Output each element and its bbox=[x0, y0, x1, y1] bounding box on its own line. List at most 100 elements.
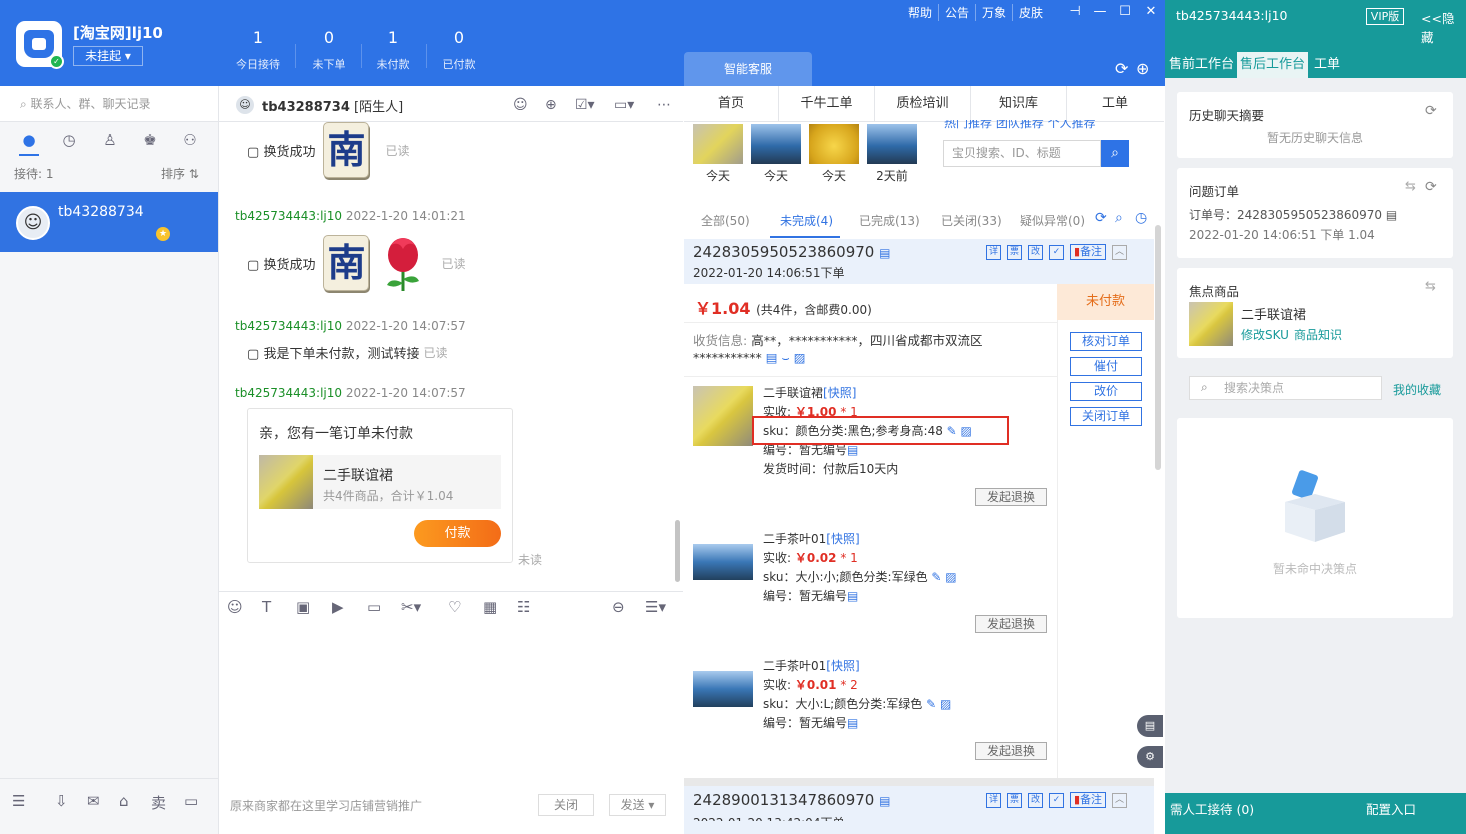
status-dropdown[interactable]: 未挂起 ▾ bbox=[73, 46, 143, 66]
invoice-icon[interactable]: 票 bbox=[1007, 792, 1022, 808]
stat-paid[interactable]: 0 已付款 bbox=[424, 28, 494, 72]
product-image[interactable] bbox=[693, 671, 753, 707]
refund-exchange-button[interactable]: 发起退换 bbox=[975, 488, 1047, 506]
product-knowledge-link[interactable]: 商品知识 bbox=[1294, 326, 1342, 343]
order-tab-incomplete[interactable]: 未完成(4) bbox=[780, 212, 833, 229]
swap-icon[interactable]: ⇆ bbox=[1405, 179, 1416, 194]
order-number[interactable]: 2428900131347860970 ▤ bbox=[693, 791, 890, 809]
edit-sku-icon[interactable]: ✎ ▨ bbox=[926, 697, 951, 711]
video-play-icon[interactable]: ▶ bbox=[332, 598, 344, 616]
sort-button[interactable]: 排序 ⇅ bbox=[161, 165, 199, 182]
refresh-icon[interactable]: ⟳ bbox=[1095, 210, 1107, 226]
refresh-icon[interactable]: ⟳ bbox=[1425, 103, 1437, 119]
product-thumb[interactable] bbox=[751, 124, 801, 164]
product-thumb[interactable] bbox=[809, 124, 859, 164]
refresh-icon[interactable]: ⟳ bbox=[1425, 179, 1437, 195]
clock-icon[interactable]: ◷ bbox=[59, 131, 79, 149]
config-entry-link[interactable]: 配置入口 bbox=[1366, 799, 1416, 818]
menu-icon[interactable]: ☰ bbox=[12, 792, 25, 810]
org-chart-icon[interactable]: ⚇ bbox=[180, 131, 200, 149]
skin-link[interactable]: 皮肤 bbox=[1013, 4, 1049, 21]
tab-qianniu-ticket[interactable]: 千牛工单 bbox=[779, 86, 875, 122]
change-price-button[interactable]: 改价 bbox=[1070, 382, 1142, 401]
send-button[interactable]: 发送 ▾ bbox=[609, 794, 666, 816]
recommend-links[interactable]: 热门推荐 团队推荐 个人推荐 bbox=[944, 120, 1096, 130]
product-thumb[interactable] bbox=[867, 124, 917, 164]
invoice-icon[interactable]: 票 bbox=[1007, 244, 1022, 260]
chat-user-name[interactable]: tb43288734 [陌生人] bbox=[262, 96, 403, 115]
product-image[interactable] bbox=[693, 386, 753, 446]
mail-icon[interactable]: ✉ bbox=[87, 792, 100, 810]
font-icon[interactable]: T bbox=[262, 598, 271, 616]
order-tab-complete[interactable]: 已完成(13) bbox=[859, 212, 920, 229]
tab-knowledge[interactable]: 知识库 bbox=[971, 86, 1067, 122]
order-scrollbar[interactable] bbox=[1155, 225, 1161, 470]
order-number[interactable]: 2428305950523860970 ▤ bbox=[693, 243, 890, 261]
window-icon[interactable]: ▭ bbox=[184, 792, 198, 810]
chat-scrollbar[interactable] bbox=[675, 520, 680, 582]
image-icon[interactable]: ▣ bbox=[296, 598, 310, 616]
copy-icon[interactable]: ▤ bbox=[879, 246, 890, 260]
close-button[interactable]: 关闭 bbox=[538, 794, 594, 816]
product-search-input[interactable]: 宝贝搜索、ID、标题 bbox=[943, 140, 1101, 167]
history-icon[interactable]: ◷ bbox=[1135, 210, 1147, 226]
settings-icon[interactable]: ⚙ bbox=[1137, 746, 1163, 768]
folder-icon[interactable]: ▭ bbox=[367, 598, 381, 616]
add-circle-icon[interactable]: ⊕ bbox=[1136, 59, 1149, 78]
swap-icon[interactable]: ⇆ bbox=[1425, 279, 1436, 294]
verify-order-button[interactable]: 核对订单 bbox=[1070, 332, 1142, 351]
feedback-icon[interactable]: ▤ bbox=[1137, 715, 1163, 737]
order-tab-all[interactable]: 全部(50) bbox=[701, 212, 750, 229]
copy-icon[interactable]: ▤ bbox=[847, 443, 858, 457]
strategy-search-input[interactable]: 搜索决策点 bbox=[1189, 376, 1382, 400]
order-tab-abnormal[interactable]: 疑似异常(0) bbox=[1020, 212, 1085, 229]
urge-pay-button[interactable]: 催付 bbox=[1070, 357, 1142, 376]
emoji-chat-icon[interactable]: ☺ bbox=[513, 97, 528, 113]
my-favorites-link[interactable]: 我的收藏 bbox=[1393, 381, 1441, 398]
snapshot-link[interactable]: [快照] bbox=[826, 659, 859, 673]
check-icon[interactable]: ✓ bbox=[1049, 792, 1064, 808]
edit-sku-icon[interactable]: ✎ ▨ bbox=[931, 570, 956, 584]
video-icon[interactable]: ▭▾ bbox=[614, 97, 634, 113]
card-product[interactable]: 二手联谊裙 共4件商品，合计￥1.04 bbox=[259, 455, 501, 509]
edit-icon[interactable]: 改 bbox=[1028, 244, 1043, 260]
tab-aftersale-workbench[interactable]: 售后工作台 bbox=[1237, 52, 1308, 78]
promo-text[interactable]: 原来商家都在这里学习店铺营销推广 bbox=[230, 797, 422, 814]
add-contact-icon[interactable]: ⊕ bbox=[545, 97, 557, 113]
quick-reply-icon[interactable]: ⊖ bbox=[612, 598, 625, 616]
edit-icon[interactable]: 改 bbox=[1028, 792, 1043, 808]
snapshot-link[interactable]: [快照] bbox=[823, 386, 856, 400]
task-icon[interactable]: ☑▾ bbox=[575, 97, 595, 113]
refund-exchange-button[interactable]: 发起退换 bbox=[975, 615, 1047, 633]
calculator-icon[interactable]: ▦ bbox=[483, 598, 497, 616]
detail-icon[interactable]: 详 bbox=[986, 244, 1001, 260]
snapshot-link[interactable]: [快照] bbox=[826, 532, 859, 546]
wanxiang-link[interactable]: 万象 bbox=[976, 4, 1014, 21]
contact-search-input[interactable]: ⌕ 联系人、群、聊天记录 bbox=[0, 86, 218, 122]
scissors-icon[interactable]: ✂▾ bbox=[401, 598, 421, 616]
collapse-icon[interactable]: ︿ bbox=[1112, 244, 1128, 260]
shop-icon[interactable]: ⌂ bbox=[119, 792, 129, 810]
copy-icon[interactable]: ▤ bbox=[1386, 208, 1397, 222]
collapse-icon[interactable]: ︿ bbox=[1112, 792, 1128, 808]
tab-qc-training[interactable]: 质检培训 bbox=[875, 86, 971, 122]
group-icon[interactable]: ♚ bbox=[140, 131, 160, 149]
smart-service-tab[interactable]: 智能客服 bbox=[684, 52, 812, 86]
refresh-icon[interactable]: ⟳ bbox=[1115, 59, 1128, 78]
copy-icon[interactable]: ▤ bbox=[879, 794, 890, 808]
sell-icon[interactable]: 卖 bbox=[151, 792, 166, 813]
hide-panel-button[interactable]: <<隐藏 bbox=[1421, 8, 1466, 46]
transfer-icon[interactable]: ⇩ bbox=[55, 792, 68, 810]
close-order-button[interactable]: 关闭订单 bbox=[1070, 407, 1142, 426]
more-icon[interactable]: ⋯ bbox=[657, 97, 671, 113]
copy-icon[interactable]: ▤ bbox=[847, 589, 858, 603]
minimize-icon[interactable]: — bbox=[1089, 4, 1111, 19]
product-thumb[interactable] bbox=[693, 124, 743, 164]
tab-home[interactable]: 首页 bbox=[684, 86, 779, 122]
history-icon[interactable]: ☰▾ bbox=[645, 598, 666, 616]
remark-button[interactable]: ▮备注 bbox=[1070, 244, 1107, 260]
notice-link[interactable]: 公告 bbox=[939, 4, 977, 21]
stat-unpaid[interactable]: 1 未付款 bbox=[358, 28, 428, 72]
heart-icon[interactable]: ♡ bbox=[448, 598, 461, 616]
contact-item-selected[interactable]: ☺ tb43288734 ★ bbox=[0, 192, 218, 252]
